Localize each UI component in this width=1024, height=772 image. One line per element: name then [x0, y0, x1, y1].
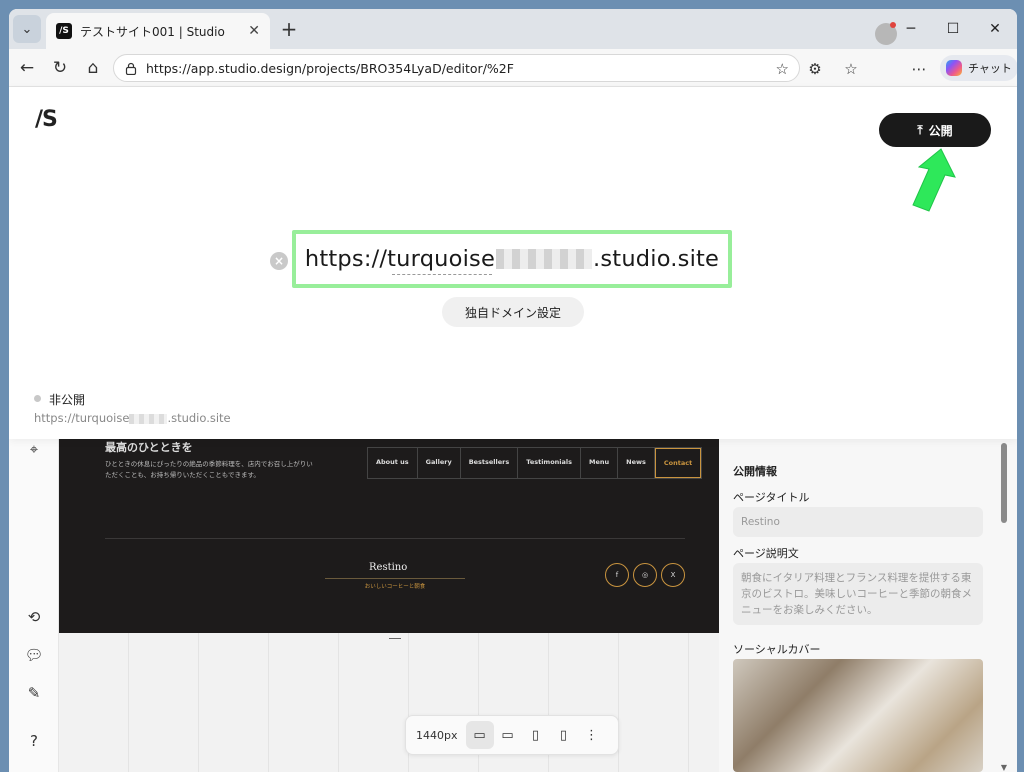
status-dot: [34, 395, 41, 402]
tablet-icon[interactable]: ▯: [522, 721, 550, 749]
site-url-suffix: .studio.site: [593, 246, 720, 272]
footer-nav-item[interactable]: About us: [368, 448, 418, 478]
publish-button-label: 公開: [928, 123, 953, 138]
custom-domain-button[interactable]: 独自ドメイン設定: [442, 297, 584, 327]
social-cover-label: ソーシャルカバー: [733, 643, 821, 656]
favorites-icon[interactable]: ☆: [840, 58, 862, 80]
upload-arrow-icon: ⤒: [917, 122, 923, 137]
more-menu-icon[interactable]: ⋯: [908, 58, 930, 80]
page-content: ⌖ ⟲ 💬︎ ✎ ? 最高のひとときを ひとときの休息にぴったりの絶品の季節料理…: [9, 87, 1017, 772]
subdomain-underline: [392, 274, 492, 275]
footer-nav-item[interactable]: News: [618, 448, 655, 478]
pen-icon[interactable]: ✎: [24, 683, 44, 703]
desktop-icon[interactable]: ▭: [465, 721, 494, 749]
page-title-label: ページタイトル: [733, 491, 810, 504]
maximize-icon[interactable]: ☐: [941, 17, 965, 41]
publish-panel: /S ⤒ 公開 × https://turquoise .studio.site …: [9, 87, 1017, 439]
canvas-width-label: 1440px: [416, 728, 458, 742]
more-options-icon[interactable]: ⋮: [578, 721, 606, 749]
section-title: 公開情報: [733, 465, 777, 478]
page-title-input[interactable]: Restino: [733, 507, 983, 537]
back-arrow-icon[interactable]: ←: [15, 56, 39, 80]
notification-dot: [890, 22, 896, 28]
page-description-label: ページ説明文: [733, 547, 799, 560]
help-icon[interactable]: ?: [24, 731, 44, 751]
browser-window: ⌄ /S テストサイト001 | Studio ✕ + ─ ☐ ✕ ← ↻ ⌂ …: [9, 9, 1017, 772]
social-cover-image[interactable]: [733, 659, 983, 772]
mobile-icon[interactable]: ▯: [550, 721, 578, 749]
layers-icon[interactable]: ⌖: [24, 439, 44, 459]
footer-nav-item[interactable]: Gallery: [418, 448, 461, 478]
publish-button[interactable]: ⤒ 公開: [879, 113, 991, 147]
x-twitter-icon[interactable]: X: [661, 563, 685, 587]
studio-logo[interactable]: /S: [35, 107, 58, 132]
site-url-prefix: https://turquoise: [304, 246, 496, 272]
panel-scrollbar[interactable]: ▼: [999, 439, 1009, 772]
window-close-icon[interactable]: ✕: [983, 17, 1007, 41]
url-text: https://app.studio.design/projects/BRO35…: [146, 60, 514, 76]
favorite-star-icon[interactable]: ☆: [776, 60, 789, 78]
extensions-icon[interactable]: ⚙: [804, 58, 826, 80]
status-url-prefix: https://turquoise: [34, 411, 130, 425]
status-url[interactable]: https://turquoise .studio.site: [34, 411, 231, 425]
footer-nav-item[interactable]: Menu: [581, 448, 619, 478]
page-description-input[interactable]: 朝食にイタリア料理とフランス料理を提供する東京のビストロ。美味しいコーヒーと季節…: [733, 563, 983, 625]
footer-heading: 最高のひとときを: [105, 441, 193, 454]
home-icon[interactable]: ⌂: [81, 56, 105, 80]
tab-bar: ⌄ /S テストサイト001 | Studio ✕ + ─ ☐ ✕: [9, 9, 1017, 49]
url-field[interactable]: https://app.studio.design/projects/BRO35…: [113, 54, 800, 82]
address-bar: ← ↻ ⌂ https://app.studio.design/projects…: [9, 49, 1017, 87]
instagram-icon[interactable]: ◎: [633, 563, 657, 587]
editor-canvas[interactable]: 最高のひとときを ひとときの休息にぴったりの絶品の季節料理を、店内でお召し上がり…: [59, 439, 719, 772]
minimize-icon[interactable]: ─: [899, 17, 923, 41]
scroll-down-icon[interactable]: ▼: [999, 763, 1009, 772]
publish-status: 非公開: [49, 393, 86, 407]
tab-actions-chevron-icon[interactable]: ⌄: [13, 15, 41, 43]
redacted-subdomain: [496, 249, 593, 269]
facebook-icon[interactable]: f: [605, 563, 629, 587]
status-url-suffix: .studio.site: [167, 411, 231, 425]
lock-icon: [124, 61, 138, 75]
footer-divider: [105, 538, 685, 539]
copilot-chat-button[interactable]: チャット: [940, 55, 1017, 81]
footer-nav-item[interactable]: Testimonials: [518, 448, 582, 478]
comment-icon[interactable]: 💬︎: [24, 645, 44, 665]
device-toolbar: 1440px ▭ ▭ ▯ ▯ ⋮: [405, 715, 619, 755]
browser-tab[interactable]: /S テストサイト001 | Studio ✕: [46, 13, 270, 49]
studio-favicon-icon: /S: [56, 23, 72, 39]
scrollbar-thumb[interactable]: [1001, 443, 1007, 523]
footer-nav: About us Gallery Bestsellers Testimonial…: [367, 447, 703, 479]
editor-left-rail: ⌖ ⟲ 💬︎ ✎ ?: [9, 439, 59, 772]
site-url-highlight[interactable]: https://turquoise .studio.site: [292, 230, 732, 288]
chat-label: チャット: [968, 62, 1012, 75]
footer-brand-subtitle: おいしいコーヒーと朝食: [325, 578, 465, 590]
history-icon[interactable]: ⟲: [24, 607, 44, 627]
new-tab-plus-icon[interactable]: +: [277, 17, 301, 41]
footer-description: ひとときの休息にぴったりの絶品の季節料理を、店内でお召し上がりいただくことも、お…: [105, 460, 313, 479]
properties-panel: 公開情報 ページタイトル Restino ページ説明文 朝食にイタリア料理とフラ…: [719, 439, 1017, 772]
tab-title: テストサイト001 | Studio: [80, 24, 225, 39]
resize-handle[interactable]: [389, 638, 401, 639]
clear-url-icon[interactable]: ×: [270, 252, 288, 270]
redacted-subdomain-small: [129, 413, 168, 424]
annotation-arrow-icon: [912, 148, 956, 212]
refresh-icon[interactable]: ↻: [48, 56, 72, 80]
tab-close-icon[interactable]: ✕: [248, 23, 260, 39]
footer-brand: Restino: [369, 562, 408, 573]
copilot-icon: [946, 60, 962, 76]
laptop-icon[interactable]: ▭: [494, 721, 522, 749]
footer-contact-button[interactable]: Contact: [654, 448, 702, 478]
footer-nav-item[interactable]: Bestsellers: [461, 448, 519, 478]
site-footer-preview[interactable]: 最高のひとときを ひとときの休息にぴったりの絶品の季節料理を、店内でお召し上がり…: [59, 439, 719, 633]
